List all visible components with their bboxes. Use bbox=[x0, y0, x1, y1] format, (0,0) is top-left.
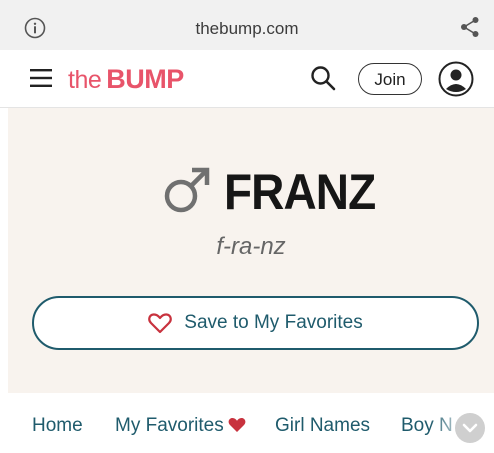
save-to-favorites-content: Save to My Favorites bbox=[34, 298, 477, 348]
search-icon[interactable] bbox=[310, 65, 336, 91]
share-icon[interactable] bbox=[460, 16, 480, 38]
heart-outline-icon bbox=[148, 313, 173, 334]
join-button[interactable]: Join bbox=[358, 63, 422, 95]
save-to-favorites-button[interactable]: Save to My Favorites bbox=[32, 296, 479, 350]
site-logo[interactable]: the BUMP bbox=[68, 61, 184, 97]
tab-my-favorites-label: My Favorites bbox=[115, 415, 224, 436]
tab-my-favorites[interactable]: My Favorites bbox=[115, 415, 246, 437]
chevron-down-icon bbox=[462, 423, 478, 433]
save-to-favorites-label: Save to My Favorites bbox=[184, 312, 363, 333]
browser-url-bar: thebump.com bbox=[0, 0, 494, 50]
tab-navigation: Home My Favorites Girl Names Boy Names bbox=[0, 393, 494, 453]
baby-name-title: FRANZ bbox=[224, 164, 376, 220]
male-symbol-icon bbox=[164, 167, 210, 213]
tab-girl-names[interactable]: Girl Names bbox=[275, 415, 370, 437]
tab-home[interactable]: Home bbox=[32, 415, 83, 437]
logo-bump-text: BUMP bbox=[106, 64, 184, 94]
name-card: FRANZ f-ra-nz Save to My Favorites bbox=[8, 108, 494, 393]
tabs-scroll-button[interactable] bbox=[455, 413, 485, 443]
account-avatar-icon[interactable] bbox=[438, 61, 474, 97]
heart-filled-icon bbox=[228, 417, 246, 432]
hamburger-menu-icon[interactable] bbox=[30, 68, 52, 88]
pronunciation-text: f-ra-nz bbox=[216, 233, 286, 260]
logo-the-text: the bbox=[68, 66, 102, 94]
url-text[interactable]: thebump.com bbox=[0, 19, 494, 39]
site-header: the BUMP Join bbox=[0, 50, 494, 108]
